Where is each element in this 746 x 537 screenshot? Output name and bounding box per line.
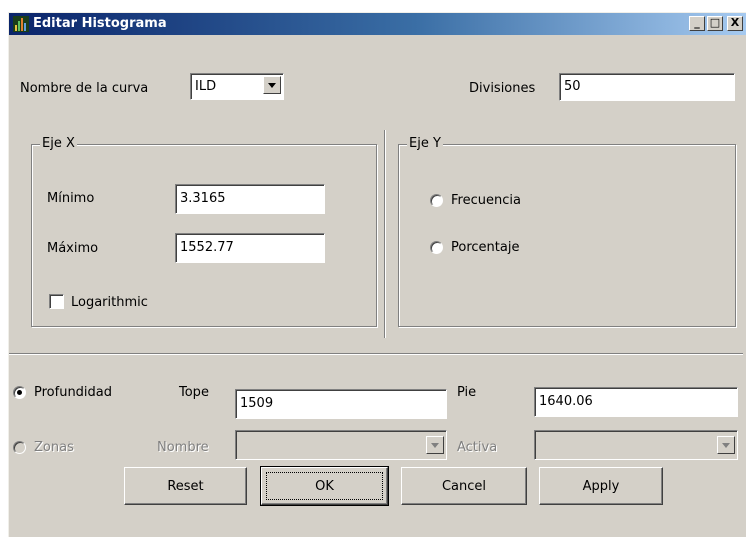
cancel-label: Cancel	[441, 478, 487, 494]
logarithmic-checkbox[interactable]	[49, 294, 64, 309]
reset-button[interactable]: Reset	[124, 467, 247, 505]
top-value: 1509	[240, 396, 274, 411]
zone-active-label: Activa	[457, 440, 498, 455]
frequency-label: Frecuencia	[451, 193, 521, 208]
divisions-input[interactable]: 50	[559, 73, 735, 101]
apply-label: Apply	[582, 478, 620, 494]
axis-y-title: Eje Y	[407, 136, 443, 151]
chevron-down-icon[interactable]	[263, 76, 281, 94]
max-label: Máximo	[47, 241, 99, 256]
zone-active-select[interactable]	[534, 430, 738, 460]
bottom-input[interactable]: 1640.06	[534, 387, 738, 417]
horizontal-separator	[9, 353, 743, 355]
cancel-button[interactable]: Cancel	[401, 467, 527, 505]
minimize-button[interactable]: _	[689, 16, 705, 31]
zone-name-label: Nombre	[157, 440, 209, 455]
close-button[interactable]: X	[727, 16, 743, 31]
curve-name-value: ILD	[195, 79, 217, 94]
maximize-button[interactable]: □	[707, 16, 723, 31]
chevron-down-icon[interactable]	[717, 436, 735, 454]
zone-name-select[interactable]	[235, 430, 447, 460]
divisions-value: 50	[564, 79, 581, 94]
percentage-radio[interactable]	[430, 241, 443, 254]
histogram-app-icon	[13, 16, 29, 32]
title-bar[interactable]: Editar Histograma _ □ X	[9, 13, 746, 35]
min-label: Mínimo	[47, 191, 95, 206]
max-value: 1552.77	[180, 240, 234, 255]
window-title: Editar Histograma	[33, 16, 167, 31]
frequency-radio[interactable]	[430, 194, 443, 207]
zones-radio[interactable]	[13, 441, 26, 454]
reset-label: Reset	[167, 478, 204, 494]
vertical-separator	[384, 130, 386, 338]
axis-x-title: Eje X	[40, 136, 77, 151]
ok-button[interactable]: OK	[260, 466, 389, 506]
focus-rectangle	[266, 472, 383, 500]
divisions-label: Divisiones	[469, 81, 536, 96]
curve-name-select[interactable]: ILD	[190, 73, 284, 100]
max-input[interactable]: 1552.77	[175, 233, 325, 263]
logarithmic-label: Logarithmic	[71, 295, 148, 310]
curve-name-label: Nombre de la curva	[20, 81, 149, 96]
min-input[interactable]: 3.3165	[175, 184, 325, 214]
depth-label: Profundidad	[34, 385, 113, 400]
apply-button[interactable]: Apply	[539, 467, 663, 505]
radio-selected-dot	[17, 390, 22, 395]
percentage-label: Porcentaje	[451, 240, 520, 255]
chevron-down-icon[interactable]	[426, 436, 444, 454]
min-value: 3.3165	[180, 191, 226, 206]
edit-histogram-dialog: Editar Histograma _ □ X Nombre de la cur…	[8, 12, 746, 537]
axis-y-group: Eje Y	[398, 136, 736, 327]
top-input[interactable]: 1509	[235, 389, 447, 419]
zones-label: Zonas	[34, 440, 74, 455]
top-label: Tope	[179, 385, 209, 400]
bottom-label: Pie	[457, 385, 477, 400]
bottom-value: 1640.06	[539, 394, 593, 409]
depth-radio[interactable]	[13, 386, 26, 399]
